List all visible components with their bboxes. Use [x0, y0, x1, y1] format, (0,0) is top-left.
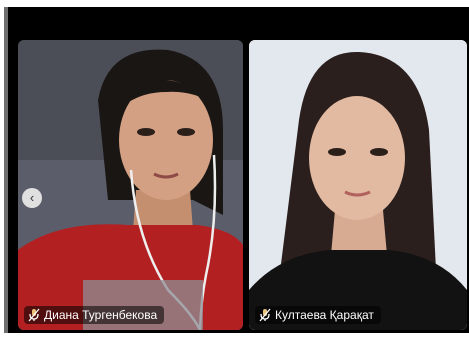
participant-2-video [249, 40, 467, 330]
participant-1-name: Диана Тургенбекова [44, 308, 158, 322]
participant-tile-2[interactable]: Култаева Қарақат [249, 40, 467, 330]
participant-2-name: Култаева Қарақат [275, 308, 374, 322]
participant-2-name-tag: Култаева Қарақат [255, 306, 381, 324]
participant-1-video [18, 40, 243, 330]
participant-1-name-tag: Диана Тургенбекова [24, 306, 165, 324]
participant-tile-1[interactable]: Диана Тургенбекова [18, 40, 243, 330]
screenshot-frame: Диана Тургенбекова ‹ Култаева Қарақат [0, 0, 469, 338]
previous-page-button[interactable]: ‹ [22, 188, 42, 208]
mic-muted-icon [28, 308, 40, 322]
mic-muted-icon [259, 308, 271, 322]
